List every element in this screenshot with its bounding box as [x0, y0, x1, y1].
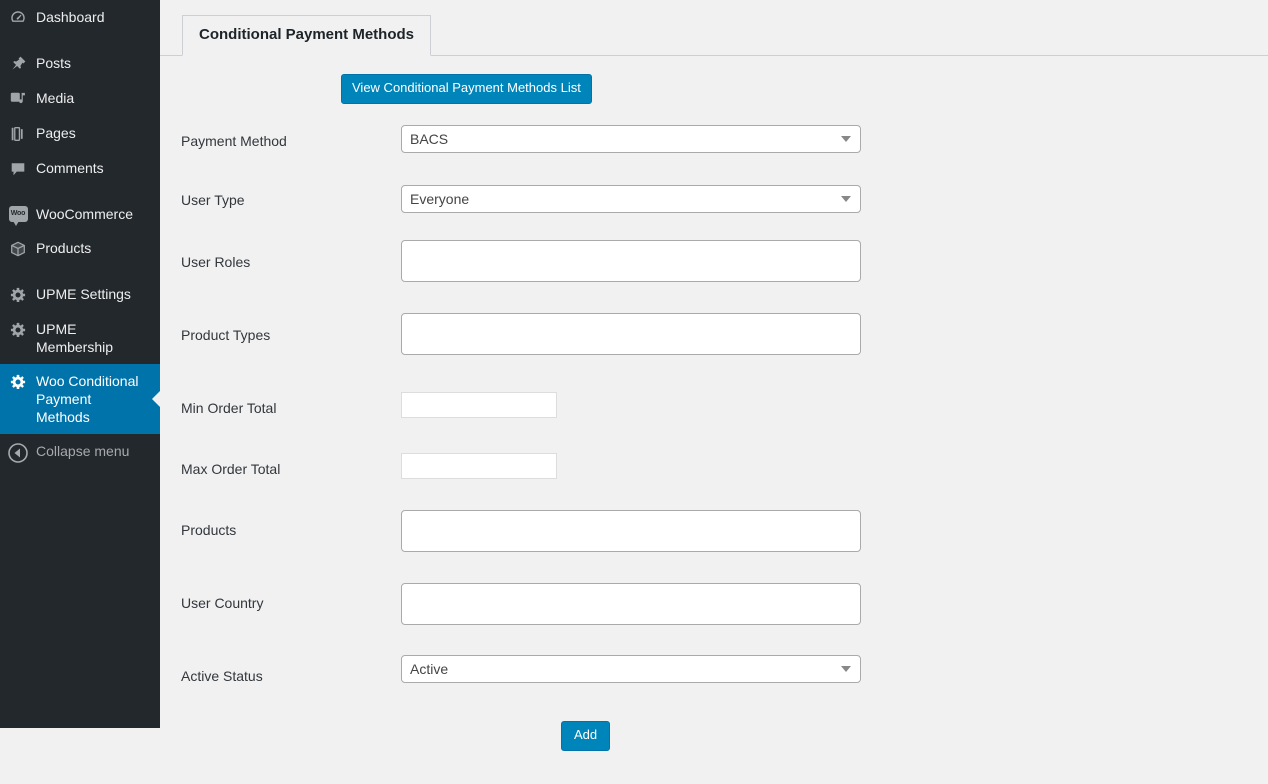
product-types-multiselect[interactable]: [401, 313, 861, 355]
sidebar-item-media[interactable]: Media: [0, 81, 160, 116]
field-label: Max Order Total: [181, 461, 281, 477]
content-area: Conditional Payment Methods View Conditi…: [160, 0, 1268, 784]
sidebar-menu: Dashboard Posts Media Pages Comments Woo WooCo…: [0, 0, 160, 434]
sidebar-item-label: Dashboard: [36, 9, 105, 25]
user-type-select[interactable]: Everyone: [401, 185, 861, 213]
admin-sidebar: Dashboard Posts Media Pages Comments Woo WooCo…: [0, 0, 160, 728]
select-value: Active: [410, 661, 449, 677]
chevron-down-icon: [841, 196, 851, 202]
min-order-total-input[interactable]: [401, 392, 557, 418]
sidebar-item-woo-conditional-payment-methods[interactable]: Woo Conditional Payment Methods: [0, 364, 160, 434]
sidebar-item-upme-membership[interactable]: UPME Membership: [0, 312, 160, 364]
sidebar-item-label: Media: [36, 90, 75, 106]
gear-icon: [0, 320, 36, 339]
field-label: Payment Method: [181, 133, 287, 149]
sidebar-item-label: UPME Membership: [36, 321, 114, 355]
field-label: User Roles: [181, 254, 251, 270]
sidebar-item-posts[interactable]: Posts: [0, 46, 160, 81]
select-value: Everyone: [410, 191, 470, 207]
media-icon: [0, 89, 36, 108]
field-wrapper: [401, 313, 861, 355]
tab-bar: Conditional Payment Methods: [160, 0, 1268, 56]
field-wrapper: [401, 583, 861, 625]
pin-icon: [0, 54, 36, 73]
sidebar-item-label: UPME Settings: [36, 286, 131, 302]
collapse-arrow-icon: [0, 442, 36, 463]
woocommerce-icon: Woo: [0, 205, 36, 226]
field-label: User Country: [181, 595, 264, 611]
field-wrapper: [401, 510, 861, 552]
select-value: BACS: [410, 131, 449, 147]
field-label: Active Status: [181, 668, 263, 684]
user-country-multiselect[interactable]: [401, 583, 861, 625]
sidebar-item-label: Products: [36, 240, 92, 256]
sidebar-item-label: Collapse menu: [36, 443, 130, 459]
field-label: Products: [181, 522, 237, 538]
products-multiselect[interactable]: [401, 510, 861, 552]
sidebar-item-label: Posts: [36, 55, 72, 71]
sidebar-item-collapse-menu[interactable]: Collapse menu: [0, 434, 160, 471]
gear-icon: [0, 285, 36, 304]
sidebar-item-products[interactable]: Products: [0, 231, 160, 266]
field-label: User Type: [181, 192, 245, 208]
add-button[interactable]: Add: [561, 721, 611, 751]
sidebar-item-label: Pages: [36, 125, 76, 141]
field-wrapper: Everyone: [401, 185, 861, 213]
box-icon: [0, 239, 36, 258]
gear-icon: [0, 372, 36, 391]
field-wrapper: [401, 453, 557, 479]
sidebar-item-pages[interactable]: Pages: [0, 116, 160, 151]
chevron-down-icon: [841, 666, 851, 672]
field-wrapper: Active: [401, 655, 861, 683]
sidebar-item-label: Woo Conditional Payment Methods: [36, 373, 139, 425]
comment-bubble-icon: [0, 159, 36, 178]
dashboard-icon: [0, 8, 36, 27]
field-label: Product Types: [181, 327, 271, 343]
admin-page: Dashboard Posts Media Pages Comments Woo WooCo…: [0, 0, 1268, 784]
sidebar-item-upme-settings[interactable]: UPME Settings: [0, 277, 160, 312]
field-wrapper: [401, 240, 861, 282]
sidebar-item-dashboard[interactable]: Dashboard: [0, 0, 160, 35]
view-conditional-payment-methods-list-button[interactable]: View Conditional Payment Methods List: [341, 74, 592, 104]
field-wrapper: BACS: [401, 125, 861, 153]
woo-badge: Woo: [8, 206, 28, 226]
field-wrapper: [401, 392, 557, 418]
max-order-total-input[interactable]: [401, 453, 557, 479]
sidebar-item-woocommerce[interactable]: Woo WooCommerce: [0, 197, 160, 231]
payment-method-select[interactable]: BACS: [401, 125, 861, 153]
pages-icon: [0, 124, 36, 143]
tab-conditional-payment-methods[interactable]: Conditional Payment Methods: [182, 15, 432, 56]
sidebar-item-label: Comments: [36, 160, 104, 176]
user-roles-multiselect[interactable]: [401, 240, 861, 282]
active-status-select[interactable]: Active: [401, 655, 861, 683]
sidebar-item-comments[interactable]: Comments: [0, 151, 160, 186]
tab-nav: Conditional Payment Methods: [182, 15, 432, 56]
chevron-down-icon: [841, 136, 851, 142]
sidebar-item-label: WooCommerce: [36, 206, 133, 222]
field-label: Min Order Total: [181, 400, 277, 416]
